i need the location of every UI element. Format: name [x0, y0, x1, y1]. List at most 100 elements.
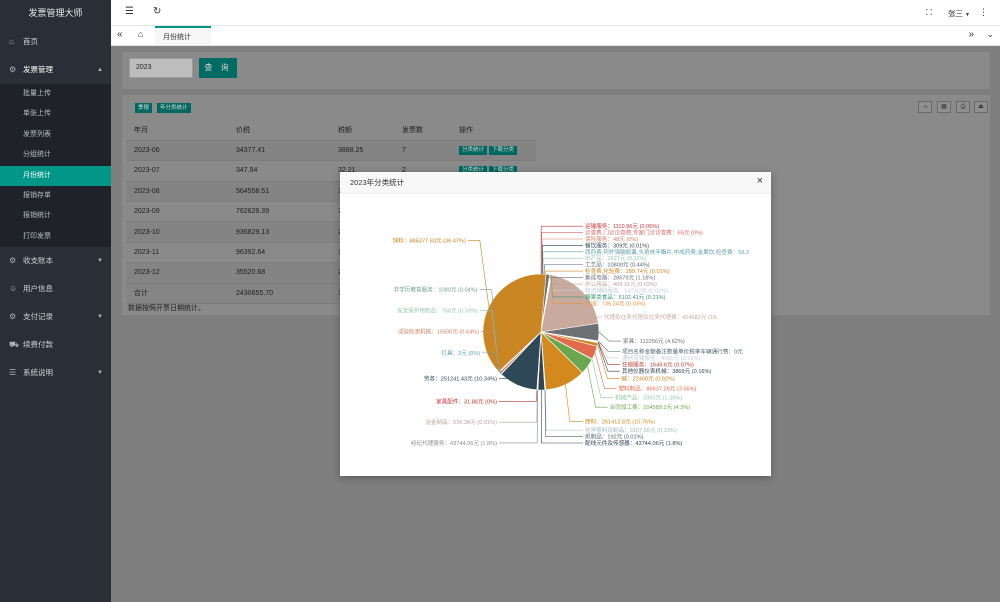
- slice-label: 灯具：2元 (0%): [441, 349, 480, 357]
- slice-label: 经纪代理服务：43744.06元 (1.8%): [411, 439, 497, 447]
- cell: 762629.39: [228, 201, 330, 223]
- slice-label: 保险服务：48元 (0%): [585, 235, 638, 243]
- tabs-left-icon[interactable]: «: [117, 29, 123, 40]
- slice-label: 合同加工费：104589.2元 (4.3%): [610, 403, 691, 411]
- gear-icon: ⚙: [9, 65, 17, 74]
- label-line: [540, 225, 583, 275]
- chevron-up-icon: ▲: [97, 67, 103, 73]
- cart-icon: ⛟: [9, 340, 20, 350]
- user-icon: ☺: [9, 284, 18, 294]
- sub-item-monthly-stats[interactable]: 月份统计: [0, 165, 111, 186]
- slice-label: 汽油：736.24元 (0.03%): [585, 299, 646, 307]
- cell: 2023-08: [126, 181, 228, 203]
- sidebar-item-renewal[interactable]: ⛟ 续费付款: [0, 331, 111, 359]
- sub-item-batch-upload[interactable]: 批量上传: [0, 84, 111, 104]
- sidebar-item-home[interactable]: ⌂ 首页: [0, 28, 111, 56]
- search-card: [122, 52, 990, 89]
- search-button[interactable]: 查 询: [199, 58, 237, 78]
- sidebar-item-invoice-mgmt[interactable]: ⚙ 发票管理 ▲: [0, 56, 111, 84]
- more-icon[interactable]: ⋮: [979, 7, 988, 18]
- chevron-down-icon: ▼: [97, 370, 103, 377]
- slice-label: 原料：261412.8元 (10.76%): [585, 417, 655, 425]
- user-menu[interactable]: 张三 ▼: [948, 8, 970, 19]
- slice-label: 塑料制品：86637.26元 (3.56%): [618, 384, 696, 392]
- category-stats-button[interactable]: 分类统计: [459, 146, 488, 156]
- slice-label: 纸制品：192元 (0.01%): [585, 433, 644, 441]
- slice-label: 项目名称金额备注数量单价税率车辆通行费：0元: [622, 347, 743, 355]
- label-line: [597, 341, 620, 365]
- filter-column-icon[interactable]: ⩘: [918, 101, 932, 113]
- home-icon: ⌂: [9, 37, 14, 46]
- year-input[interactable]: 2023: [129, 58, 193, 78]
- cell: 2023-09: [126, 201, 228, 223]
- sub-item-group-stats[interactable]: 分组统计: [0, 145, 111, 165]
- fullscreen-icon[interactable]: ⛶: [926, 8, 932, 18]
- slice-label: 代理及往来代理及往来代理费：454682元 (18.: [604, 313, 718, 321]
- modal-title: 2023年分类统计: [340, 172, 771, 194]
- cell: 564558.51: [228, 181, 330, 203]
- chevron-down-icon[interactable]: ⌄: [986, 29, 994, 40]
- slice-label: 糖果类食品：5102.41元 (0.21%): [585, 293, 666, 301]
- label-line: [499, 389, 538, 423]
- tab-monthly-stats[interactable]: 月份统计×: [155, 26, 211, 60]
- export-icon[interactable]: ▦: [937, 101, 951, 113]
- chevron-down-icon: ▼: [965, 12, 970, 18]
- label-line: [541, 238, 583, 275]
- sidebar-item-label: 支付记录: [23, 312, 53, 322]
- sub-item-print-invoice[interactable]: 打印发票: [0, 227, 111, 247]
- app-title: 发票管理大师: [28, 8, 83, 18]
- table-header: 年月 价税 税额 发票数 操作: [126, 120, 536, 141]
- col-tax[interactable]: 税额: [330, 120, 394, 141]
- sub-item-single-upload[interactable]: 单张上传: [0, 104, 111, 124]
- slice-label: 试验检测机械：15500元 (0.64%): [398, 328, 480, 336]
- slice-label: 家具：112256元 (4.62%): [623, 337, 685, 345]
- sidebar-item-label: 发票管理: [23, 65, 53, 74]
- print-icon[interactable]: ⎙: [956, 101, 970, 113]
- label-line: [467, 240, 490, 307]
- col-amount[interactable]: 价税: [228, 120, 330, 141]
- sub-item-reimburse-stats[interactable]: 报销统计: [0, 206, 111, 226]
- tabs-right-icon[interactable]: »: [968, 29, 974, 40]
- menu-toggle-icon[interactable]: ☰: [125, 6, 134, 17]
- slice-label: 工艺品：10800元 (0.44%): [585, 262, 650, 269]
- sidebar-item-payment-records[interactable]: ⚙ 支付记录 ▼: [0, 303, 111, 331]
- slice-label: 水产品：2627元 (0.11%): [585, 254, 646, 262]
- refresh-icon[interactable]: ↻: [153, 6, 161, 17]
- slice-label: 其他仪器仪表机械：3869元 (0.16%): [622, 367, 712, 375]
- sub-item-invoice-list[interactable]: 发票列表: [0, 125, 111, 145]
- cell: 347.94: [228, 160, 330, 182]
- table-row: 2023-06 34377.41 3888.25 7 分类统计 下载分类: [126, 140, 536, 162]
- slice-label: 非学历教育服务：1080元 (0.04%): [394, 286, 478, 294]
- col-count[interactable]: 发票数: [394, 120, 451, 141]
- year-category-button[interactable]: 年分类统计: [157, 103, 191, 113]
- sidebar-item-system-info[interactable]: ☰ 系统说明 ▼: [0, 359, 111, 387]
- label-line: [545, 389, 583, 431]
- label-line: [541, 245, 583, 275]
- cell: 2430655.70: [228, 283, 330, 305]
- slice-label: 机械产品：3355元 (1.39%): [615, 394, 682, 402]
- download-category-button[interactable]: 下载分类: [489, 146, 518, 156]
- slice-label: 餐饮服务：309元 (0.01%): [585, 241, 649, 249]
- slice-label: 化学原料及制品：3157.56元 (0.13%): [585, 426, 677, 434]
- table-note: 数据按照开票日期统计。: [128, 305, 205, 312]
- chevron-down-icon: ▼: [97, 314, 103, 321]
- season-report-button[interactable]: 季报: [135, 103, 153, 113]
- col-month[interactable]: 年月: [126, 120, 228, 141]
- user-name: 张三: [947, 9, 963, 18]
- sidebar-item-ledger[interactable]: ⚙ 收支账本 ▼: [0, 247, 111, 275]
- sub-item-reimburse-list[interactable]: 报销存单: [0, 186, 111, 206]
- cell: 2023-11: [126, 242, 228, 264]
- slice-label: 集成电路：28679元 (1.18%): [585, 274, 655, 282]
- slice-label: 碱：22400元 (0.92%): [621, 375, 675, 382]
- close-icon[interactable]: ×: [757, 175, 763, 187]
- slice-label: 诊查费,门诊诊查费,专家门诊诊查费：65元 (0%): [585, 229, 703, 237]
- cell: 34377.41: [228, 140, 330, 162]
- sidebar-item-label: 用户信息: [23, 284, 53, 294]
- chevron-down-icon: ▼: [97, 258, 103, 265]
- sidebar: 发票管理大师 ⌂ 首页 ⚙ 发票管理 ▲ 批量上传 单张上传 发票列表 分组统计 月份…: [0, 0, 111, 602]
- home-icon[interactable]: ⌂: [138, 29, 143, 39]
- label-line: [598, 331, 621, 342]
- sidebar-item-user-info[interactable]: ☺ 用户信息: [0, 275, 111, 303]
- sidebar-item-label: 首页: [23, 37, 38, 46]
- upload-icon[interactable]: ⏏: [974, 101, 988, 113]
